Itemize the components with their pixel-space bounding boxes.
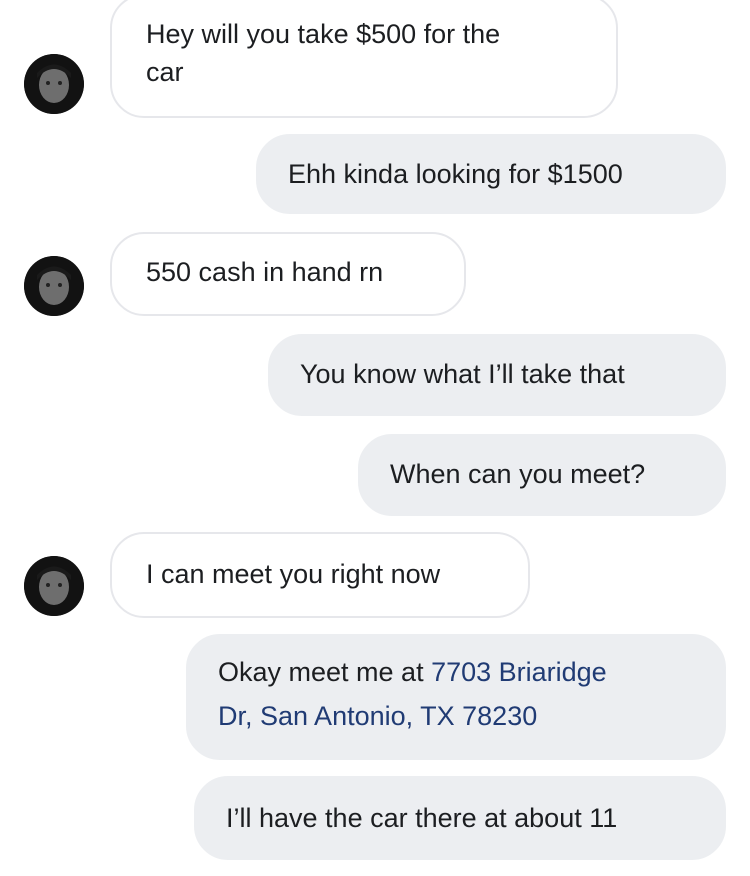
outgoing-message[interactable]: Ehh kinda looking for $1500 xyxy=(256,134,726,214)
avatar-face-icon xyxy=(24,256,84,316)
address-link[interactable]: 7703 Briaridge xyxy=(431,657,607,687)
message-text: You know what I’ll take that xyxy=(300,359,625,389)
message-text-line-2: Dr, San Antonio, TX 78230 xyxy=(218,698,694,734)
outgoing-message[interactable]: I’ll have the car there at about 11 xyxy=(194,776,726,860)
message-text-line-1: Okay meet me at 7703 Briaridge xyxy=(218,654,694,690)
message-text-line-1: Hey will you take $500 for the xyxy=(146,19,501,49)
incoming-message[interactable]: Hey will you take $500 for the car xyxy=(110,0,618,118)
avatar-face-icon xyxy=(24,54,84,114)
address-link-continued[interactable]: Dr, San Antonio, TX 78230 xyxy=(218,701,537,731)
message-text-line-2: car xyxy=(146,57,184,87)
contact-avatar[interactable] xyxy=(24,54,84,114)
contact-avatar[interactable] xyxy=(24,256,84,316)
avatar-face-icon xyxy=(24,556,84,616)
incoming-message[interactable]: I can meet you right now xyxy=(110,532,530,618)
incoming-message[interactable]: 550 cash in hand rn xyxy=(110,232,466,316)
outgoing-message[interactable]: Okay meet me at 7703 Briaridge Dr, San A… xyxy=(186,634,726,760)
message-text-prefix: Okay meet me at xyxy=(218,657,432,687)
outgoing-message[interactable]: When can you meet? xyxy=(358,434,726,516)
message-text: I can meet you right now xyxy=(146,559,441,589)
contact-avatar[interactable] xyxy=(24,556,84,616)
outgoing-message[interactable]: You know what I’ll take that xyxy=(268,334,726,416)
message-text: I’ll have the car there at about 11 xyxy=(226,803,618,833)
message-text: When can you meet? xyxy=(390,459,646,489)
message-text: 550 cash in hand rn xyxy=(146,257,384,287)
message-text: Ehh kinda looking for $1500 xyxy=(288,159,623,189)
message-thread: Hey will you take $500 for the car Ehh k… xyxy=(0,0,750,876)
